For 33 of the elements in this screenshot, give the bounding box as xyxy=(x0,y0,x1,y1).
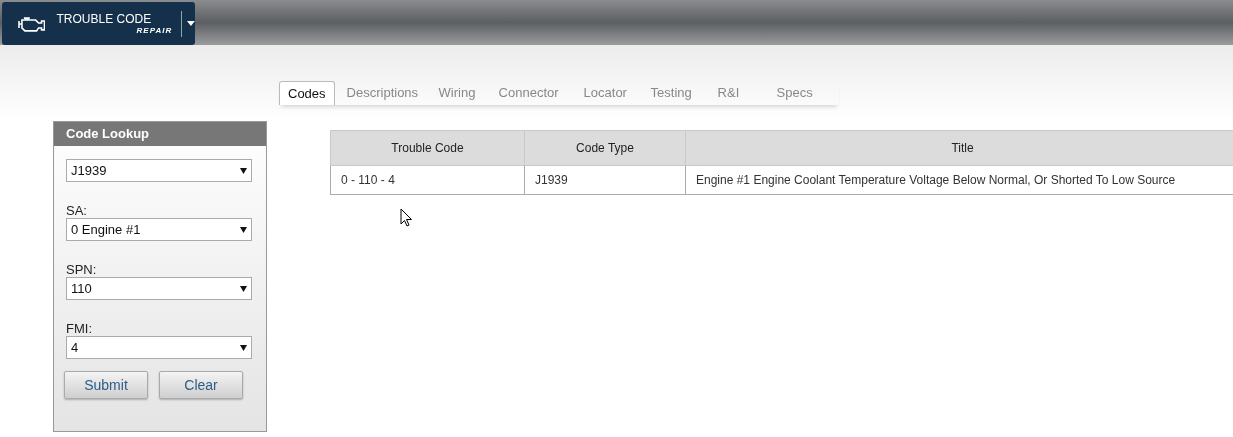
select-field[interactable]: J1939 xyxy=(66,159,252,182)
clear-button[interactable]: Clear xyxy=(159,371,243,399)
field-label: SPN: xyxy=(66,262,98,277)
table-cell: 0 - 110 - 4 xyxy=(330,165,525,195)
tab[interactable]: Specs xyxy=(764,81,827,105)
engine-icon xyxy=(18,15,46,32)
tab[interactable]: Descriptions xyxy=(334,81,427,105)
dropdown-arrow-icon xyxy=(240,344,247,351)
app-menu-button[interactable]: TROUBLE CODE REPAIR xyxy=(2,2,195,45)
dropdown-arrow-icon xyxy=(240,167,247,174)
mouse-cursor-icon xyxy=(400,208,413,227)
submit-button[interactable]: Submit xyxy=(64,371,148,399)
tab[interactable]: Codes xyxy=(279,81,335,105)
tab[interactable]: Locator xyxy=(571,81,639,105)
caret-icon xyxy=(187,21,195,26)
table-cell: J1939 xyxy=(524,165,686,195)
field-label: SA: xyxy=(66,203,88,218)
select-field[interactable]: 0 Engine #1 xyxy=(66,218,252,241)
field-label: FMI: xyxy=(66,321,93,336)
column-header: Title xyxy=(685,130,1233,166)
tab[interactable]: Testing xyxy=(638,81,706,105)
app-subtitle: REPAIR xyxy=(136,25,173,36)
column-header: Code Type xyxy=(524,130,686,166)
tab[interactable]: Connector xyxy=(486,81,572,105)
column-header: Trouble Code xyxy=(330,130,525,166)
app-title: TROUBLE CODE xyxy=(56,11,153,26)
dropdown-arrow-icon xyxy=(240,226,247,233)
select-field[interactable]: 110 xyxy=(66,277,252,300)
tab[interactable]: R&I xyxy=(705,81,765,105)
panel-title: Code Lookup xyxy=(54,122,266,146)
select-field[interactable]: 4 xyxy=(66,336,252,359)
dropdown-arrow-icon xyxy=(240,285,247,292)
tab[interactable]: Wiring xyxy=(426,81,487,105)
